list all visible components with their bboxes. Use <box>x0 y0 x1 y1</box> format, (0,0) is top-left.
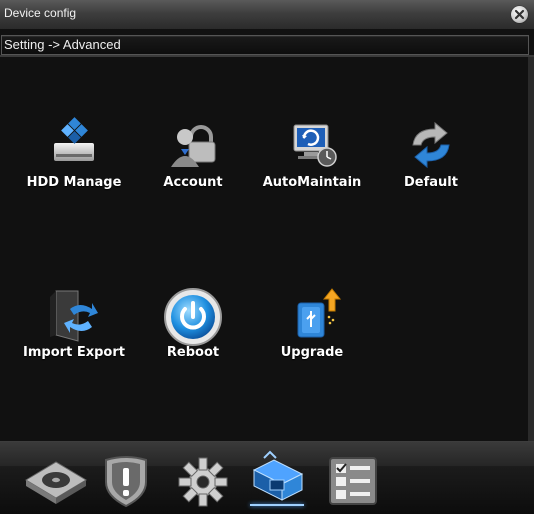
nav-alarm-button[interactable] <box>92 450 162 510</box>
upgrade-usb-icon <box>297 288 342 338</box>
advanced-menu-panel: HDD Manage Account AutoMaintain Default … <box>0 57 529 441</box>
nav-advanced-button[interactable] <box>242 450 312 510</box>
default-label: Default <box>404 175 458 190</box>
breadcrumb: Setting -> Advanced <box>1 35 529 55</box>
system-gear-icon <box>178 457 228 507</box>
nav-system-button[interactable] <box>168 450 238 510</box>
hdd-manage-label: HDD Manage <box>26 175 122 190</box>
hdd-manage-tile[interactable]: HDD Manage <box>19 115 129 215</box>
storage-disk-icon <box>25 461 87 504</box>
device-config-window: Device config Setting -> Advanced HDD Ma… <box>0 0 534 514</box>
default-tile[interactable]: Default <box>376 115 486 215</box>
window-title: Device config <box>4 6 77 20</box>
title-bar[interactable]: Device config <box>0 0 534 30</box>
account-label: Account <box>163 175 223 190</box>
auto-maintain-icon <box>293 124 337 167</box>
default-refresh-icon <box>412 121 450 169</box>
reboot-power-icon <box>164 288 222 346</box>
auto-maintain-label: AutoMaintain <box>262 175 362 190</box>
breadcrumb-text: Setting -> Advanced <box>4 37 121 52</box>
info-checklist-icon <box>329 457 377 505</box>
import-export-label: Import Export <box>23 345 125 360</box>
hdd-manage-icon <box>54 117 94 161</box>
bottom-navigation-bar <box>0 441 534 514</box>
active-tab-indicator <box>250 504 304 506</box>
import-export-icon <box>50 290 98 342</box>
nav-storage-button[interactable] <box>20 450 90 510</box>
auto-maintain-tile[interactable]: AutoMaintain <box>257 115 367 215</box>
close-button[interactable] <box>511 6 528 23</box>
reboot-label: Reboot <box>166 345 220 360</box>
nav-info-button[interactable] <box>318 450 388 510</box>
close-icon <box>514 9 525 20</box>
account-tile[interactable]: Account <box>138 115 248 215</box>
advanced-icon <box>252 450 304 501</box>
account-lock-icon <box>171 125 216 167</box>
alarm-shield-icon <box>105 456 147 508</box>
reboot-tile[interactable]: Reboot <box>138 285 248 385</box>
upgrade-tile[interactable]: Upgrade <box>257 285 367 385</box>
upgrade-label: Upgrade <box>280 345 344 360</box>
import-export-tile[interactable]: Import Export <box>19 285 129 385</box>
